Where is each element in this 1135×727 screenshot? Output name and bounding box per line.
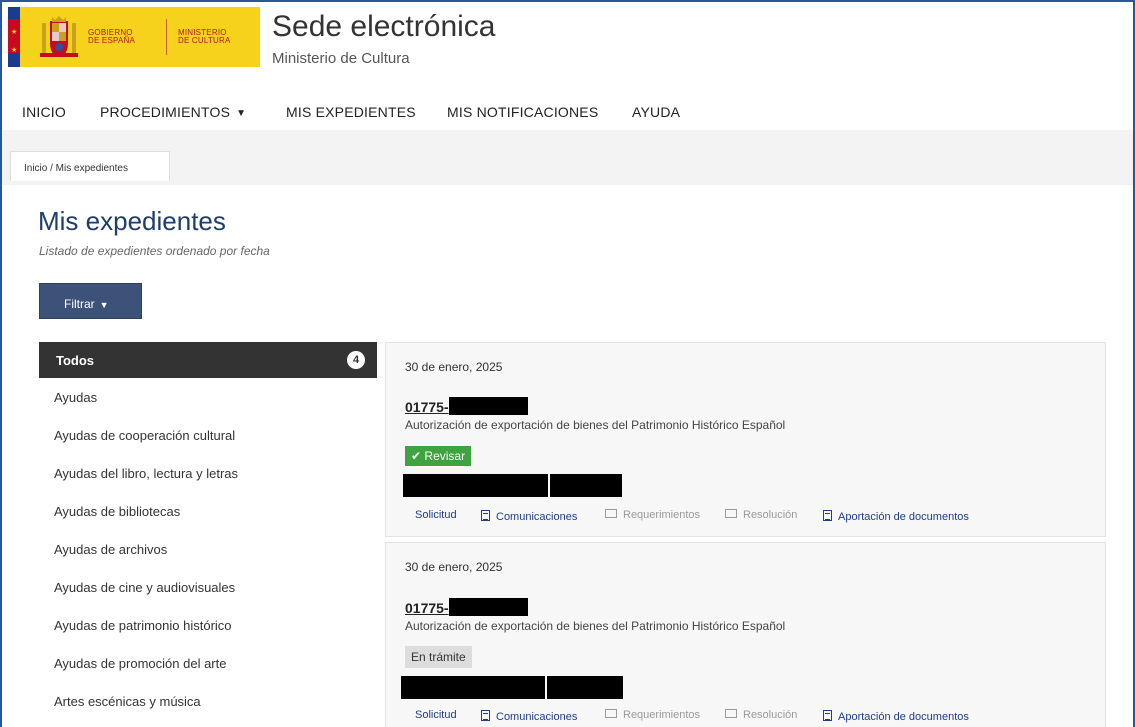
tab-label: Comunicaciones bbox=[496, 511, 578, 523]
page-title: Mis expedientes bbox=[38, 206, 226, 236]
nav-inicio[interactable]: INICIO bbox=[22, 104, 66, 120]
browser-frame: ★ ★ GOBIERNO DE ESPAÑA MINISTERIO DE CUL… bbox=[0, 0, 1135, 727]
site-header: ★ ★ GOBIERNO DE ESPAÑA MINISTERIO DE CUL… bbox=[2, 2, 1133, 90]
expediente-code-link[interactable]: 01775- bbox=[405, 399, 449, 415]
expediente-code-link[interactable]: 01775- bbox=[405, 600, 449, 616]
tab-solicitud[interactable]: Solicitud bbox=[415, 709, 457, 721]
category-sidebar: Todos 4 Ayudas Ayudas de cooperación cul… bbox=[39, 342, 377, 727]
star-icon: ★ bbox=[11, 29, 18, 36]
sidebar-item[interactable]: Ayudas de promoción del arte bbox=[54, 656, 226, 671]
nav-mis-expedientes[interactable]: MIS EXPEDIENTES bbox=[286, 104, 416, 120]
gov-line2: DE ESPAÑA bbox=[88, 36, 135, 45]
tab-comunicaciones[interactable]: Comunicaciones bbox=[481, 509, 577, 523]
tab-label: Aportación de documentos bbox=[838, 511, 969, 523]
redaction-block bbox=[550, 474, 622, 497]
sidebar-item[interactable]: Ayudas de cine y audiovisuales bbox=[54, 580, 235, 595]
tab-resolucion: Resolución bbox=[725, 709, 797, 721]
tab-label: Requerimientos bbox=[623, 509, 701, 521]
document-icon bbox=[823, 710, 832, 721]
star-icon: ★ bbox=[11, 47, 18, 54]
sidebar-item-todos[interactable]: Todos 4 bbox=[39, 342, 377, 378]
folder-icon bbox=[605, 709, 617, 718]
page-subtitle: Listado de expedientes ordenado por fech… bbox=[39, 244, 270, 258]
government-logo[interactable]: ★ ★ GOBIERNO DE ESPAÑA MINISTERIO DE CUL… bbox=[8, 7, 260, 67]
status-badge[interactable]: ✔ Revisar bbox=[405, 446, 472, 466]
nav-mis-notificaciones[interactable]: MIS NOTIFICACIONES bbox=[447, 104, 598, 120]
document-icon bbox=[481, 510, 490, 521]
breadcrumb[interactable]: Inicio / Mis expedientes bbox=[10, 151, 170, 181]
filter-button[interactable]: Filtrar ▼ bbox=[39, 283, 142, 319]
site-title[interactable]: Sede electrónica bbox=[272, 10, 495, 44]
check-icon: ✔ bbox=[411, 449, 422, 463]
tab-resolucion: Resolución bbox=[725, 509, 797, 521]
tab-comunicaciones[interactable]: Comunicaciones bbox=[481, 709, 577, 723]
tab-solicitud[interactable]: Solicitud bbox=[415, 509, 457, 521]
card-description: Autorización de exportación de bienes de… bbox=[405, 619, 786, 633]
nav-ayuda[interactable]: AYUDA bbox=[632, 104, 680, 120]
status-badge: En trámite bbox=[405, 646, 472, 668]
filter-button-label: Filtrar bbox=[64, 297, 95, 311]
tab-requerimientos: Requerimientos bbox=[605, 709, 700, 721]
expediente-card: 30 de enero, 2025 01775- Autorización de… bbox=[385, 542, 1106, 727]
document-icon bbox=[481, 710, 490, 721]
tab-requerimientos: Requerimientos bbox=[605, 509, 700, 521]
expediente-card: 30 de enero, 2025 01775- Autorización de… bbox=[385, 342, 1106, 537]
redaction-block bbox=[449, 397, 528, 415]
redaction-block bbox=[547, 676, 623, 699]
folder-icon bbox=[725, 709, 737, 718]
sidebar-item[interactable]: Ayudas de patrimonio histórico bbox=[54, 618, 232, 633]
sidebar-item[interactable]: Ayudas de cooperación cultural bbox=[54, 428, 235, 443]
tab-label: Aportación de documentos bbox=[838, 711, 969, 723]
redaction-block bbox=[449, 598, 528, 616]
caret-down-icon: ▼ bbox=[236, 108, 247, 119]
sidebar-item[interactable]: Ayudas bbox=[54, 390, 97, 405]
folder-icon bbox=[725, 509, 737, 518]
redaction-block bbox=[403, 474, 548, 497]
tab-label: Resolución bbox=[743, 709, 798, 721]
document-icon bbox=[823, 510, 832, 521]
count-badge: 4 bbox=[347, 351, 365, 369]
folder-icon bbox=[605, 509, 617, 518]
card-description: Autorización de exportación de bienes de… bbox=[405, 418, 786, 432]
sidebar-item[interactable]: Artes escénicas y música bbox=[54, 694, 201, 709]
card-date: 30 de enero, 2025 bbox=[405, 560, 503, 574]
eu-flag-strip: ★ ★ bbox=[8, 7, 20, 67]
breadcrumb-band: Inicio / Mis expedientes bbox=[2, 130, 1133, 185]
sidebar-item[interactable]: Ayudas de bibliotecas bbox=[54, 504, 180, 519]
nav-procedimientos[interactable]: PROCEDIMIENTOS ▼ bbox=[100, 104, 246, 120]
tab-label: Resolución bbox=[743, 509, 798, 521]
card-date: 30 de enero, 2025 bbox=[405, 360, 503, 374]
tab-aportacion-documentos[interactable]: Aportación de documentos bbox=[823, 509, 969, 523]
tab-aportacion-documentos[interactable]: Aportación de documentos bbox=[823, 709, 969, 723]
coat-of-arms-icon bbox=[40, 16, 78, 57]
tab-label: Requerimientos bbox=[623, 709, 701, 721]
main-nav: INICIO PROCEDIMIENTOS ▼ MIS EXPEDIENTES M… bbox=[2, 90, 1133, 130]
sidebar-item[interactable]: Ayudas del libro, lectura y letras bbox=[54, 466, 238, 481]
ministry-line2: DE CULTURA bbox=[178, 36, 231, 45]
nav-procedimientos-label: PROCEDIMIENTOS bbox=[100, 104, 231, 120]
tab-label: Comunicaciones bbox=[496, 711, 578, 723]
redaction-block bbox=[401, 676, 545, 699]
sidebar-item[interactable]: Ayudas de archivos bbox=[54, 542, 167, 557]
status-label: Revisar bbox=[424, 449, 466, 463]
sidebar-item-label: Todos bbox=[56, 353, 95, 368]
caret-down-icon: ▼ bbox=[99, 300, 109, 310]
site-subtitle: Ministerio de Cultura bbox=[272, 50, 410, 67]
